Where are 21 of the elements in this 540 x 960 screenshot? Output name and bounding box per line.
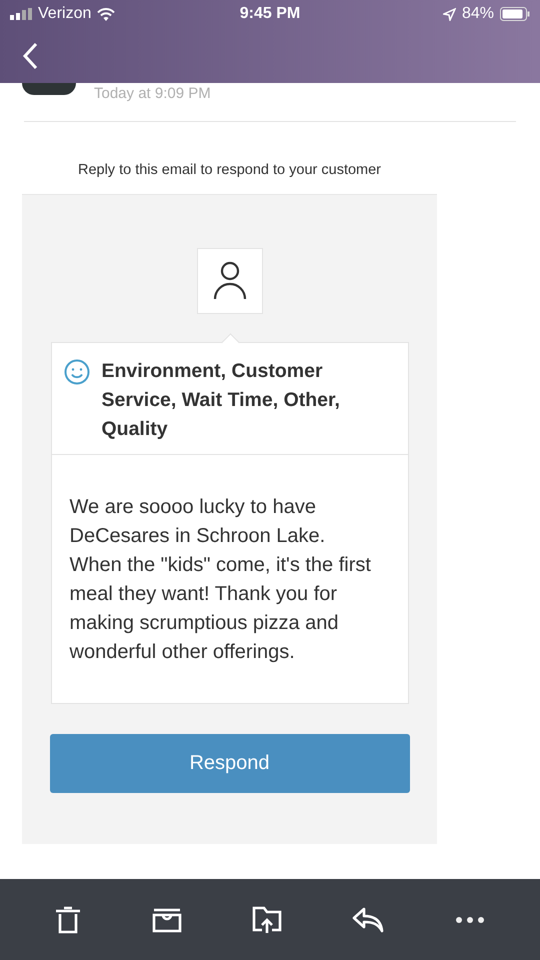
smiley-icon <box>64 359 90 385</box>
review-categories: Environment, Customer Service, Wait Time, Other, Quality <box>102 359 341 442</box>
folder-upload-icon[interactable] <box>252 906 282 934</box>
carrier-name: Verizon <box>38 5 92 23</box>
more-icon[interactable] <box>454 916 485 924</box>
chevron-left-icon <box>22 42 38 70</box>
signal-icon <box>10 8 32 20</box>
person-icon <box>212 261 246 301</box>
battery-icon <box>500 7 530 21</box>
respond-button[interactable]: Respond <box>50 734 410 793</box>
reply-note: Reply to this email to respond to your customer <box>76 161 382 180</box>
wifi-icon <box>97 8 116 20</box>
status-time: 9:45 PM <box>240 5 300 23</box>
reply-icon[interactable] <box>352 906 384 932</box>
trash-icon[interactable] <box>55 906 82 934</box>
battery-percent: 84% <box>462 5 494 23</box>
avatar <box>22 83 76 95</box>
review-text: We are soooo lucky to have DeCesares in Schroon Lake. When the "kids" come, it's the first meal they want! Thank you for making scrumptious pizza and wonderful other offerings. <box>68 495 372 665</box>
archive-icon[interactable] <box>152 906 182 932</box>
message-timestamp: Today at 9:09 PM <box>94 85 211 102</box>
location-arrow-icon <box>442 8 456 20</box>
